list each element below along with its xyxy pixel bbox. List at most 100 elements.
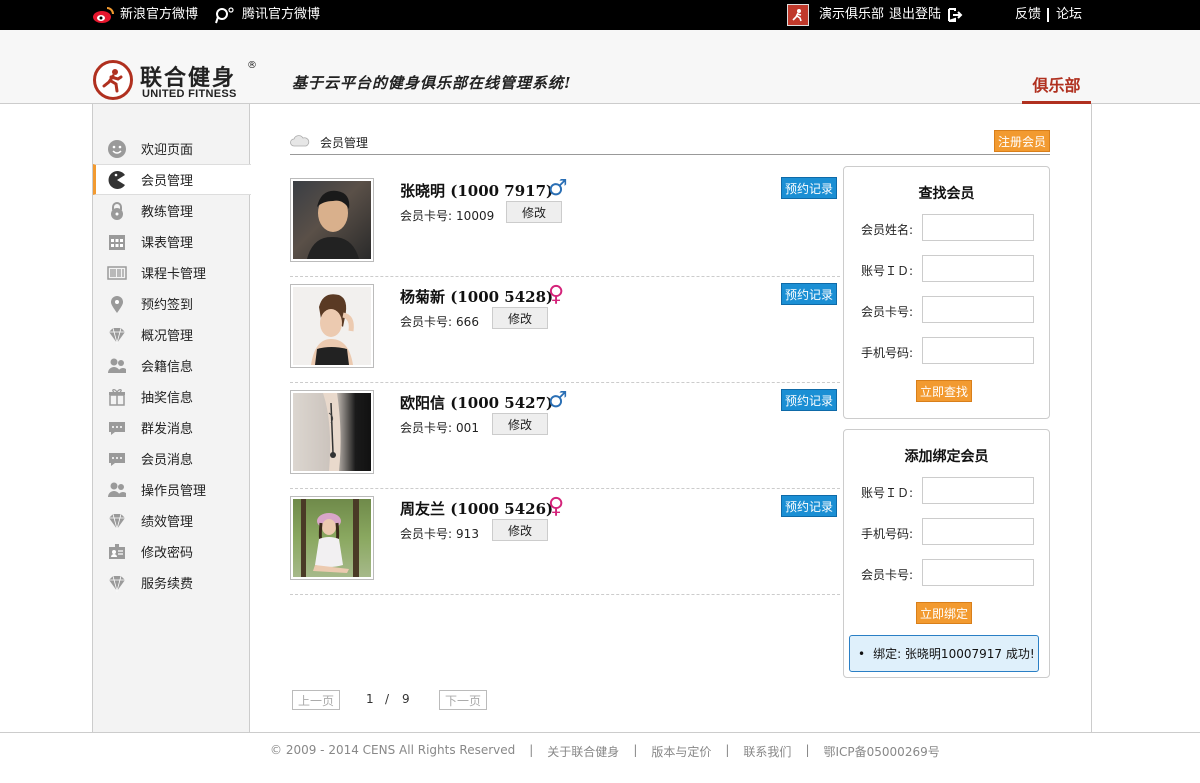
footer-separator: | <box>529 743 534 757</box>
register-member-button[interactable]: 注册会员 <box>994 130 1050 152</box>
bind-panel-title: 添加绑定会员 <box>904 449 989 465</box>
tab-club[interactable]: 俱乐部 <box>1022 72 1091 104</box>
sidebar-item-lottery-info[interactable]: 抽奖信息 <box>93 381 250 412</box>
member-name[interactable]: 周友兰 (1000 5426) <box>400 498 553 519</box>
member-photo[interactable] <box>290 178 374 262</box>
member-name[interactable]: 杨菊新 (1000 5428) <box>400 286 553 307</box>
prev-page-button[interactable]: 上一页 <box>292 690 340 710</box>
sidebar-item-label: 群发消息 <box>141 422 194 437</box>
sidebar-item-label: 抽奖信息 <box>141 391 194 406</box>
bind-phone-label: 手机号码: <box>861 527 914 541</box>
bind-member-panel: 添加绑定会员 账号ＩＤ: 手机号码: 会员卡号: 立即绑定 • 绑定: 张晓明1… <box>843 429 1050 678</box>
booking-record-button[interactable]: 预约记录 <box>781 389 837 411</box>
page-separator: / <box>385 692 390 706</box>
sidebar-item-welcome[interactable]: 欢迎页面 <box>93 133 250 164</box>
booking-record-button[interactable]: 预约记录 <box>781 177 837 199</box>
sidebar: 欢迎页面 会员管理 教练管理 课表管理 课程卡管理 预约签到 概况管理 会籍信息… <box>92 104 251 732</box>
logout-link[interactable]: 退出登陆 <box>889 0 963 30</box>
about-link[interactable]: 关于联合健身 <box>547 743 619 760</box>
bind-card-number-input[interactable] <box>922 559 1034 586</box>
bullet-icon: • <box>858 646 866 661</box>
slogan: 基于云平台的健身俱乐部在线管理系统! <box>292 74 572 92</box>
id-card-icon <box>107 542 127 562</box>
calendar-icon <box>107 232 127 252</box>
footer-separator: | <box>725 743 730 757</box>
sidebar-item-label: 课表管理 <box>141 236 194 251</box>
search-now-button[interactable]: 立即查找 <box>916 380 972 402</box>
tencent-weibo-label[interactable]: 腾讯官方微博 <box>242 0 320 31</box>
sidebar-item-member-management[interactable]: 会员管理 <box>93 164 251 195</box>
member-photo[interactable] <box>290 284 374 368</box>
member-name-input[interactable] <box>922 214 1034 241</box>
next-page-button[interactable]: 下一页 <box>439 690 487 710</box>
sidebar-item-label: 绩效管理 <box>141 515 194 530</box>
member-card-number: 会员卡号: 001 <box>400 419 479 436</box>
bind-account-id-label: 账号ＩＤ: <box>861 486 914 500</box>
sidebar-item-mass-message[interactable]: 群发消息 <box>93 412 250 443</box>
sidebar-item-label: 会员消息 <box>141 453 194 468</box>
sidebar-item-operator-management[interactable]: 操作员管理 <box>93 474 250 505</box>
sidebar-item-member-message[interactable]: 会员消息 <box>93 443 250 474</box>
tencent-weibo-icon <box>215 7 234 24</box>
logo-registered-mark: ® <box>247 60 257 71</box>
member-card-number: 会员卡号: 913 <box>400 525 479 542</box>
sidebar-item-membership-info[interactable]: 会籍信息 <box>93 350 250 381</box>
icp-link[interactable]: 鄂ICP备05000269号 <box>823 743 939 760</box>
edit-button[interactable]: 修改 <box>506 201 562 223</box>
feedback-link[interactable]: 反馈 <box>1015 0 1041 30</box>
users-icon <box>107 356 127 376</box>
sina-weibo-label[interactable]: 新浪官方微博 <box>120 0 198 31</box>
footer-separator: | <box>633 743 638 757</box>
member-photo[interactable] <box>290 496 374 580</box>
search-panel-title: 查找会员 <box>918 186 975 202</box>
card-label: 会员卡号: <box>400 421 453 435</box>
account-id-input[interactable] <box>922 255 1034 282</box>
forum-link[interactable]: 论坛 <box>1056 0 1082 30</box>
club-name-link[interactable]: 演示俱乐部 <box>819 0 884 31</box>
bind-account-id-input[interactable] <box>922 477 1034 504</box>
tencent-weibo-link[interactable]: 腾讯官方微博 <box>214 0 320 30</box>
sidebar-item-booking-checkin[interactable]: 预约签到 <box>93 288 250 319</box>
phone-input[interactable] <box>922 337 1034 364</box>
sidebar-item-service-renewal[interactable]: 服务续费 <box>93 567 250 598</box>
card-value: 001 <box>456 421 479 435</box>
member-row: 张晓明 (1000 7917) ♂ 会员卡号: 10009 修改 预约记录 <box>290 171 840 277</box>
booking-record-button[interactable]: 预约记录 <box>781 495 837 517</box>
feedback-label[interactable]: 反馈 <box>1015 0 1041 31</box>
breadcrumb: 会员管理 <box>290 131 1050 155</box>
card-number-input[interactable] <box>922 296 1034 323</box>
bind-now-button[interactable]: 立即绑定 <box>916 602 972 624</box>
sidebar-item-coach-management[interactable]: 教练管理 <box>93 195 250 226</box>
sidebar-item-label: 服务续费 <box>141 577 194 592</box>
member-row: 周友兰 (1000 5426) ♀ 会员卡号: 913 修改 预约记录 <box>290 489 840 595</box>
sidebar-item-performance-management[interactable]: 绩效管理 <box>93 505 250 536</box>
member-name[interactable]: 张晓明 (1000 7917) <box>400 180 553 201</box>
booking-record-button[interactable]: 预约记录 <box>781 283 837 305</box>
bind-message-text: 绑定: 张晓明10007917 成功! <box>873 647 1035 661</box>
sidebar-item-course-card-management[interactable]: 课程卡管理 <box>93 257 250 288</box>
member-photo[interactable] <box>290 390 374 474</box>
account-id-label: 账号ＩＤ: <box>861 264 914 278</box>
location-pin-icon <box>107 294 127 314</box>
forum-label[interactable]: 论坛 <box>1056 0 1082 31</box>
edit-button[interactable]: 修改 <box>492 413 548 435</box>
runner-icon <box>792 9 802 22</box>
contact-link[interactable]: 联系我们 <box>743 743 791 760</box>
logout-icon[interactable] <box>947 8 963 22</box>
sina-weibo-link[interactable]: 新浪官方微博 <box>92 0 198 30</box>
club-account[interactable]: 演示俱乐部 <box>787 0 884 30</box>
sidebar-item-schedule-management[interactable]: 课表管理 <box>93 226 250 257</box>
logout-label[interactable]: 退出登陆 <box>889 0 941 31</box>
sidebar-item-overview-management[interactable]: 概况管理 <box>93 319 250 350</box>
weibo-icon <box>93 7 114 23</box>
edit-button[interactable]: 修改 <box>492 519 548 541</box>
edit-button[interactable]: 修改 <box>492 307 548 329</box>
smiley-icon <box>107 139 127 159</box>
card-label: 会员卡号: <box>400 315 453 329</box>
logo-icon[interactable] <box>93 60 133 100</box>
pricing-link[interactable]: 版本与定价 <box>651 743 711 760</box>
total-pages: 9 <box>402 692 410 706</box>
sidebar-item-change-password[interactable]: 修改密码 <box>93 536 250 567</box>
bind-phone-input[interactable] <box>922 518 1034 545</box>
member-name[interactable]: 欧阳信 (1000 5427) <box>400 392 553 413</box>
